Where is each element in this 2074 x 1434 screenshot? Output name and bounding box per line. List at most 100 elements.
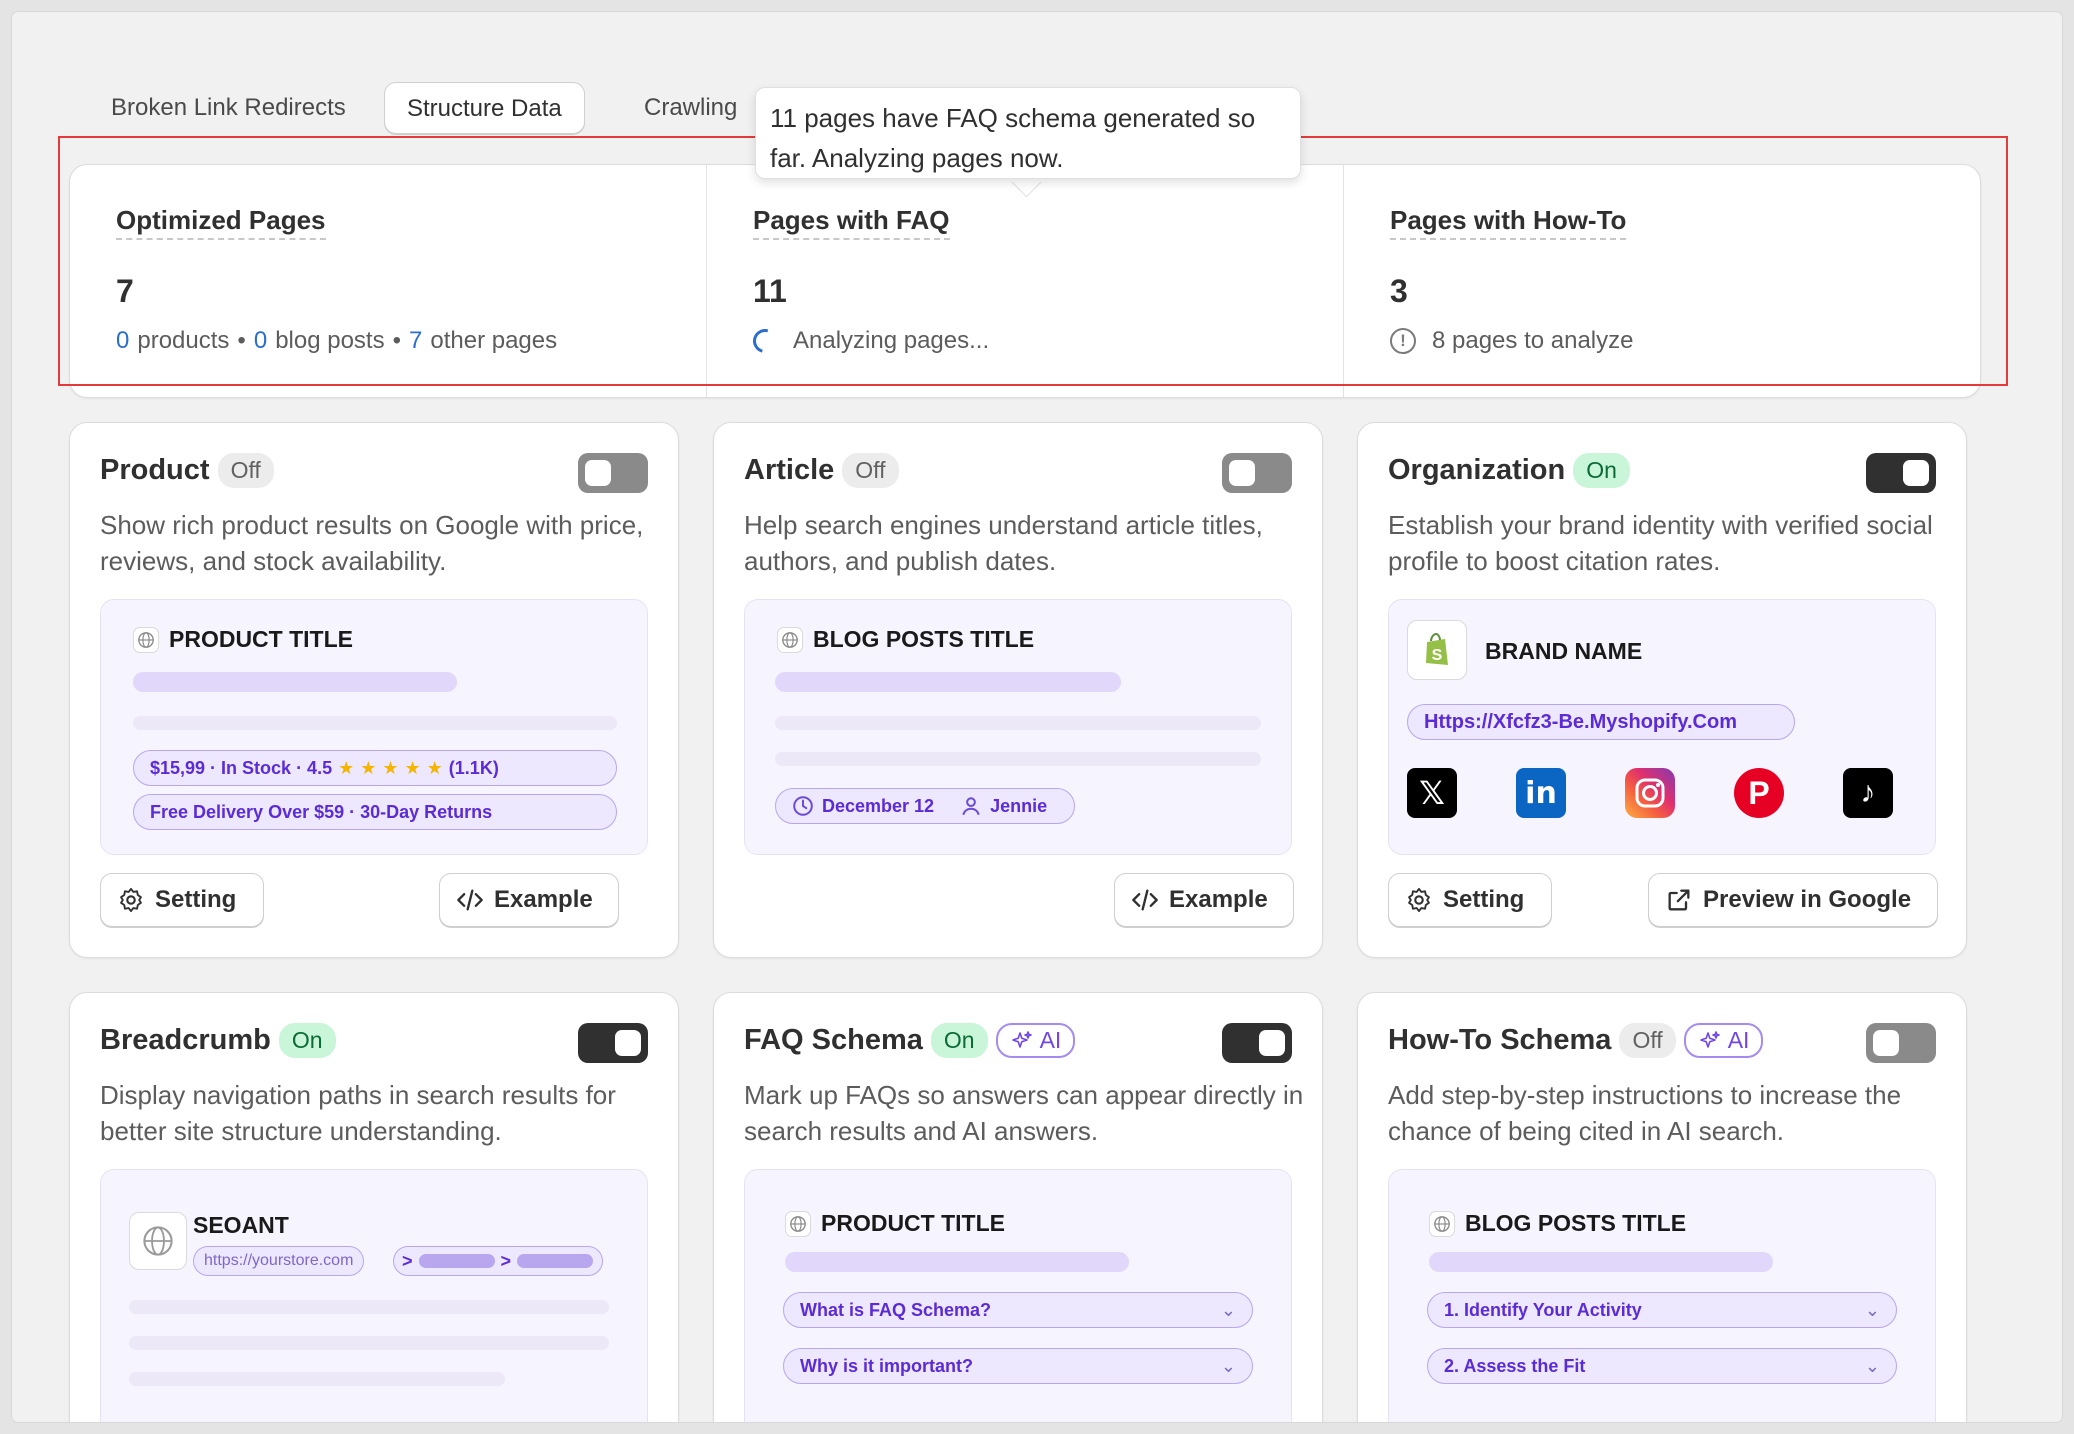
placeholder-bar — [775, 752, 1261, 766]
card-description: Establish your brand identity with verif… — [1388, 510, 1933, 576]
tooltip-line1: 11 pages have FAQ schema generated so — [770, 103, 1256, 133]
ai-badge: AI — [1683, 1023, 1764, 1058]
stat-label[interactable]: Pages with FAQ — [753, 205, 950, 240]
placeholder-bar — [775, 672, 1121, 692]
status-badge: Off — [217, 453, 274, 488]
stat-value: 7 — [116, 273, 134, 309]
howto-step-1[interactable]: 1. Identify Your Activity ⌄ — [1427, 1292, 1897, 1328]
path-segment — [517, 1254, 594, 1268]
howto-step-2[interactable]: 2. Assess the Fit ⌄ — [1427, 1348, 1897, 1384]
organization-toggle[interactable] — [1866, 453, 1936, 493]
faq-preview: PRODUCT TITLE What is FAQ Schema? ⌄ Why … — [744, 1169, 1292, 1422]
placeholder-bar — [133, 716, 617, 730]
rating-count: (1.1K) — [448, 758, 499, 778]
brand-name: BRAND NAME — [1485, 638, 1643, 664]
placeholder-bar — [133, 672, 457, 692]
stat-status: ! 8 pages to analyze — [1390, 327, 1633, 355]
tab-broken-link-redirects[interactable]: Broken Link Redirects — [89, 82, 368, 134]
stat-label[interactable]: Optimized Pages — [116, 205, 326, 240]
breadcrumb-toggle[interactable] — [578, 1023, 648, 1063]
sparkle-icon — [1011, 1030, 1032, 1048]
faq-toggle[interactable] — [1222, 1023, 1292, 1063]
example-button[interactable]: Example — [1114, 873, 1294, 927]
chevron-down-icon: ⌄ — [1864, 1300, 1880, 1320]
linkedin-icon: in — [1516, 768, 1566, 818]
howto-toggle[interactable] — [1866, 1023, 1936, 1063]
setting-button[interactable]: Setting — [100, 873, 264, 927]
stat-pages-with-faq: Pages with FAQ 11 Analyzing pages... — [706, 165, 1343, 397]
status-badge: Off — [1619, 1023, 1676, 1058]
user-icon — [962, 797, 980, 816]
tab-crawling[interactable]: Crawling — [622, 82, 759, 134]
shopify-logo-icon: S — [1407, 620, 1467, 680]
card-howto-schema: How-To Schema Off AI Add step-by-step in… — [1357, 992, 1967, 1422]
star-icon: ★ — [382, 758, 399, 778]
placeholder-bar — [775, 716, 1261, 730]
chevron-down-icon: ⌄ — [1220, 1300, 1236, 1320]
stat-label[interactable]: Pages with How-To — [1390, 205, 1627, 240]
placeholder-bar — [785, 1252, 1129, 1272]
code-icon — [457, 889, 483, 911]
code-icon — [1132, 889, 1158, 911]
card-title: How-To Schema — [1388, 1024, 1612, 1056]
star-icon: ★ — [404, 758, 421, 778]
preview-in-google-button[interactable]: Preview in Google — [1648, 873, 1938, 927]
product-toggle[interactable] — [578, 453, 648, 493]
product-preview: PRODUCT TITLE $15,99 · In Stock · 4.5 ★ … — [100, 599, 648, 855]
faq-question-2[interactable]: Why is it important? ⌄ — [783, 1348, 1253, 1384]
products-count[interactable]: 0 — [116, 327, 129, 355]
separator: • — [237, 327, 246, 354]
stat-value: 11 — [753, 273, 787, 309]
question-text: What is FAQ Schema? — [800, 1300, 992, 1320]
blog-count[interactable]: 0 — [254, 327, 267, 355]
setting-button[interactable]: Setting — [1388, 873, 1552, 927]
preview-label: Preview in Google — [1703, 886, 1912, 913]
app-frame: Broken Link Redirects Structure Data Cra… — [12, 12, 2062, 1422]
other-count[interactable]: 7 — [409, 327, 422, 355]
placeholder-bar — [129, 1372, 505, 1386]
card-title: Breadcrumb — [100, 1024, 271, 1056]
card-description: Help search engines understand article t… — [744, 510, 1263, 576]
status-badge: Off — [842, 453, 899, 488]
faq-question-1[interactable]: What is FAQ Schema? ⌄ — [783, 1292, 1253, 1328]
ai-badge: AI — [995, 1023, 1076, 1058]
card-faq-schema: FAQ Schema On AI Mark up FAQs so answers… — [713, 992, 1323, 1422]
ai-label: AI — [1039, 1027, 1062, 1053]
chevron-down-icon: ⌄ — [1220, 1356, 1236, 1376]
howto-preview: BLOG POSTS TITLE 1. Identify Your Activi… — [1388, 1169, 1936, 1422]
info-icon: ! — [1390, 328, 1416, 354]
placeholder-bar — [129, 1336, 609, 1350]
status-text: Analyzing pages... — [793, 327, 990, 354]
breadcrumb-preview: SEOANT https://yourstore.com > > — [100, 1169, 648, 1422]
globe-icon — [1429, 1210, 1455, 1237]
card-article: Article Off Help search engines understa… — [713, 422, 1323, 958]
step-text: 1. Identify Your Activity — [1444, 1300, 1642, 1320]
stat-status: Analyzing pages... — [748, 324, 990, 358]
card-description: Mark up FAQs so answers can appear direc… — [744, 1080, 1304, 1146]
ai-label: AI — [1727, 1027, 1750, 1053]
site-url-pill: https://yourstore.com — [193, 1246, 365, 1276]
card-product: Product Off Show rich product results on… — [69, 422, 679, 958]
tab-structure-data[interactable]: Structure Data — [384, 82, 585, 134]
article-toggle[interactable] — [1222, 453, 1292, 493]
globe-icon — [785, 1210, 811, 1237]
breadcrumb-path-pill: > > — [393, 1246, 603, 1276]
organization-preview: S BRAND NAME Https://Xfcfz3-Be.Myshopify… — [1388, 599, 1936, 855]
step-text: 2. Assess the Fit — [1444, 1356, 1586, 1376]
example-button[interactable]: Example — [439, 873, 619, 927]
site-name: SEOANT — [193, 1212, 289, 1238]
article-preview: BLOG POSTS TITLE December 12 Jennie — [744, 599, 1292, 855]
gear-icon — [1408, 887, 1430, 913]
date-text: December 12 — [822, 796, 935, 816]
status-badge: On — [930, 1023, 988, 1058]
card-title: Article — [744, 454, 835, 486]
card-description: Display navigation paths in search resul… — [100, 1080, 616, 1146]
placeholder-bar — [1429, 1252, 1773, 1272]
blog-label: blog posts — [275, 327, 385, 354]
card-breadcrumb: Breadcrumb On Display navigation paths i… — [69, 992, 679, 1422]
meta-pill: December 12 Jennie — [775, 788, 1075, 824]
example-label: Example — [494, 886, 593, 913]
store-url-pill: Https://Xfcfz3-Be.Myshopify.Com — [1407, 704, 1795, 740]
products-label: products — [137, 327, 230, 354]
question-text: Why is it important? — [800, 1356, 973, 1376]
